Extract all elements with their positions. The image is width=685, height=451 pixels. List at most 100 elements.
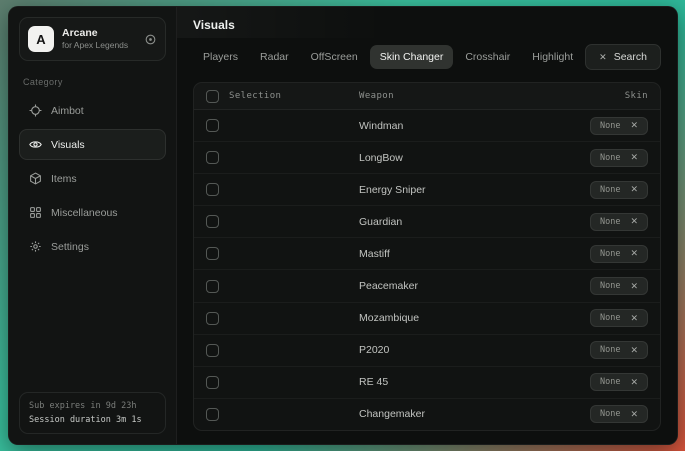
- sidebar-item-label: Miscellaneous: [51, 207, 118, 219]
- tabs-row: Players Radar OffScreen Skin Changer Cro…: [177, 38, 677, 70]
- clear-skin-icon[interactable]: ✕: [630, 249, 638, 258]
- weapon-name: Energy Sniper: [359, 184, 538, 196]
- select-all-checkbox[interactable]: [206, 90, 219, 103]
- skin-badge[interactable]: None ✕: [590, 245, 648, 263]
- table-row: Guardian None ✕: [194, 205, 660, 237]
- brand-card: A Arcane for Apex Legends: [19, 17, 166, 61]
- brand-text: Arcane for Apex Legends: [62, 27, 128, 51]
- row-checkbox[interactable]: [206, 312, 219, 325]
- tab-players[interactable]: Players: [193, 45, 248, 69]
- table-row: LongBow None ✕: [194, 141, 660, 173]
- tab-skin-changer[interactable]: Skin Changer: [370, 45, 454, 69]
- row-checkbox[interactable]: [206, 280, 219, 293]
- clear-skin-icon[interactable]: ✕: [630, 282, 638, 291]
- table-body: Windman None ✕ LongBow None ✕ Energy Sni…: [194, 110, 660, 430]
- selection-column-header: Selection: [229, 91, 281, 101]
- row-checkbox[interactable]: [206, 183, 219, 196]
- table-row: Peacemaker None ✕: [194, 269, 660, 301]
- sidebar-item-label: Visuals: [51, 139, 85, 151]
- clear-skin-icon[interactable]: ✕: [630, 153, 638, 162]
- row-checkbox[interactable]: [206, 119, 219, 132]
- tab-highlight[interactable]: Highlight: [522, 45, 583, 69]
- main-panel: Visuals Players Radar OffScreen Skin Cha…: [177, 7, 677, 444]
- skin-badge[interactable]: None ✕: [590, 149, 648, 167]
- tab-list: Players Radar OffScreen Skin Changer Cro…: [193, 45, 583, 69]
- skin-value: None: [600, 345, 620, 355]
- row-checkbox[interactable]: [206, 344, 219, 357]
- skin-badge[interactable]: None ✕: [590, 117, 648, 135]
- table-row: RE 45 None ✕: [194, 366, 660, 398]
- search-button-label: Search: [614, 51, 647, 63]
- table-row: Windman None ✕: [194, 110, 660, 141]
- sidebar-item-settings[interactable]: Settings: [19, 231, 166, 262]
- sidebar-item-label: Settings: [51, 241, 89, 253]
- search-icon: ✕: [599, 53, 607, 62]
- eye-icon: [29, 138, 42, 151]
- sidebar: A Arcane for Apex Legends Category Aimbo…: [9, 7, 177, 444]
- skin-value: None: [600, 185, 620, 195]
- app-window: A Arcane for Apex Legends Category Aimbo…: [8, 6, 678, 445]
- clear-skin-icon[interactable]: ✕: [630, 121, 638, 130]
- clear-skin-icon[interactable]: ✕: [630, 346, 638, 355]
- clear-skin-icon[interactable]: ✕: [630, 185, 638, 194]
- skin-value: None: [600, 217, 620, 227]
- target-icon[interactable]: [144, 33, 157, 46]
- skin-badge[interactable]: None ✕: [590, 309, 648, 327]
- box-icon: [29, 172, 42, 185]
- brand-title: Arcane: [62, 27, 128, 40]
- tab-offscreen[interactable]: OffScreen: [301, 45, 368, 69]
- grid-icon: [29, 206, 42, 219]
- search-button[interactable]: ✕ Search: [585, 44, 661, 70]
- skin-value: None: [600, 249, 620, 259]
- category-label: Category: [23, 77, 162, 87]
- table-row: Changemaker None ✕: [194, 398, 660, 430]
- weapon-name: Mastiff: [359, 248, 538, 260]
- skin-badge[interactable]: None ✕: [590, 213, 648, 231]
- sidebar-item-visuals[interactable]: Visuals: [19, 129, 166, 160]
- weapon-name: RE 45: [359, 376, 538, 388]
- skin-value: None: [600, 153, 620, 163]
- sidebar-item-aimbot[interactable]: Aimbot: [19, 95, 166, 126]
- skin-badge[interactable]: None ✕: [590, 277, 648, 295]
- clear-skin-icon[interactable]: ✕: [630, 314, 638, 323]
- skin-table: Selection Weapon Skin Windman None ✕ Lon…: [193, 82, 661, 431]
- sidebar-spacer: [19, 265, 166, 392]
- row-checkbox[interactable]: [206, 151, 219, 164]
- brand-subtitle: for Apex Legends: [62, 40, 128, 51]
- page-title: Visuals: [193, 18, 661, 32]
- gear-icon: [29, 240, 42, 253]
- skin-value: None: [600, 121, 620, 131]
- skin-badge[interactable]: None ✕: [590, 405, 648, 423]
- weapon-name: Mozambique: [359, 312, 538, 324]
- row-checkbox[interactable]: [206, 247, 219, 260]
- sub-expiry-text: Sub expires in 9d 23h: [29, 401, 156, 411]
- skin-value: None: [600, 313, 620, 323]
- clear-skin-icon[interactable]: ✕: [630, 217, 638, 226]
- sidebar-item-label: Aimbot: [51, 105, 84, 117]
- table-header-row: Selection Weapon Skin: [194, 83, 660, 110]
- table-row: P2020 None ✕: [194, 334, 660, 366]
- row-checkbox[interactable]: [206, 376, 219, 389]
- main-header: Visuals: [177, 7, 677, 38]
- skin-badge[interactable]: None ✕: [590, 341, 648, 359]
- skin-badge[interactable]: None ✕: [590, 373, 648, 391]
- sidebar-nav: Aimbot Visuals Items Miscellaneous Setti…: [19, 95, 166, 265]
- sidebar-item-items[interactable]: Items: [19, 163, 166, 194]
- clear-skin-icon[interactable]: ✕: [630, 378, 638, 387]
- sidebar-item-label: Items: [51, 173, 77, 185]
- weapon-name: Changemaker: [359, 408, 538, 420]
- table-row: Energy Sniper None ✕: [194, 173, 660, 205]
- tab-radar[interactable]: Radar: [250, 45, 299, 69]
- row-checkbox[interactable]: [206, 215, 219, 228]
- tab-crosshair[interactable]: Crosshair: [455, 45, 520, 69]
- crosshair-icon: [29, 104, 42, 117]
- weapon-name: LongBow: [359, 152, 538, 164]
- sidebar-item-miscellaneous[interactable]: Miscellaneous: [19, 197, 166, 228]
- skin-badge[interactable]: None ✕: [590, 181, 648, 199]
- weapon-name: P2020: [359, 344, 538, 356]
- skin-value: None: [600, 281, 620, 291]
- weapon-name: Guardian: [359, 216, 538, 228]
- clear-skin-icon[interactable]: ✕: [630, 410, 638, 419]
- skin-value: None: [600, 377, 620, 387]
- row-checkbox[interactable]: [206, 408, 219, 421]
